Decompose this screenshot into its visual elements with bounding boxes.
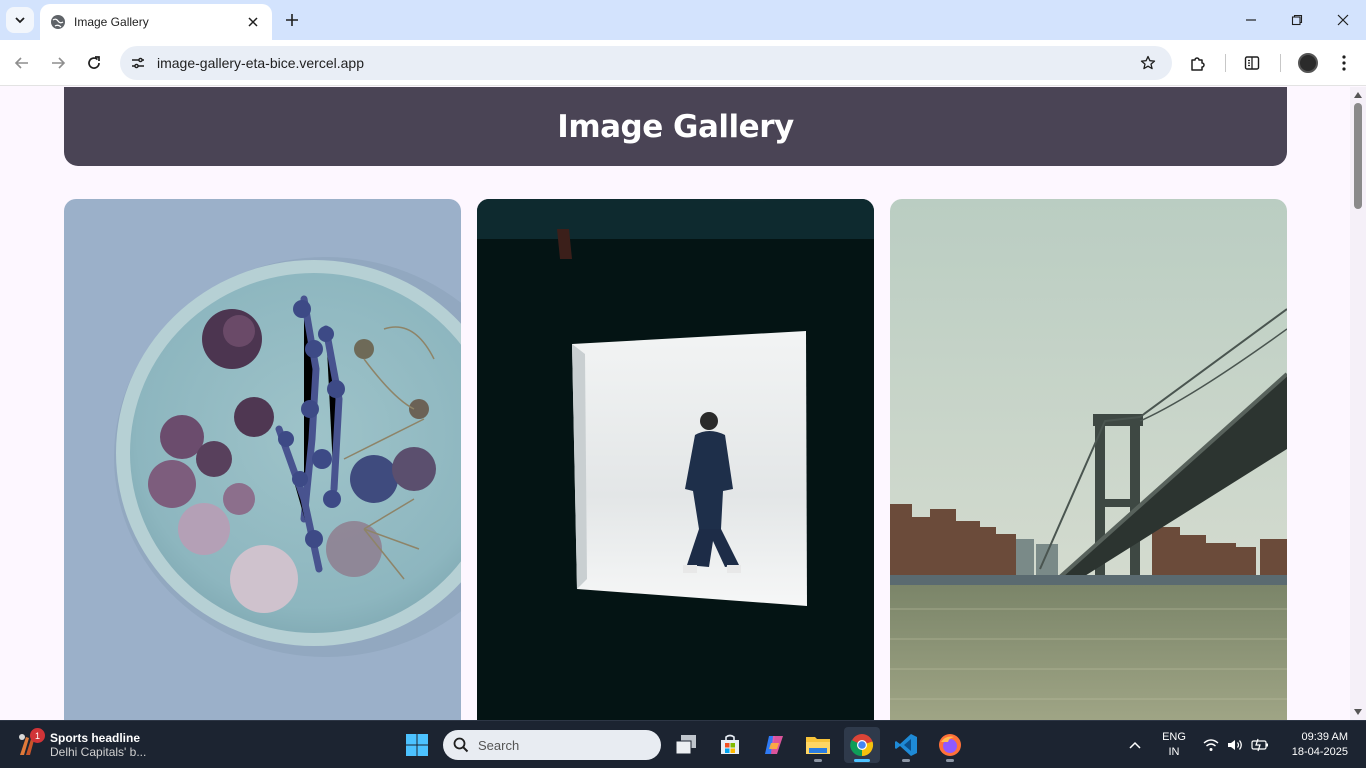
browser-tab-active[interactable]: Image Gallery — [40, 4, 272, 40]
copilot-icon — [765, 736, 783, 754]
back-button[interactable] — [8, 49, 36, 77]
minimize-button[interactable] — [1228, 6, 1274, 34]
app-running-indicator — [814, 759, 822, 762]
more-vertical-icon — [1342, 55, 1346, 71]
app-running-indicator — [902, 759, 910, 762]
file-explorer-button[interactable] — [800, 727, 836, 763]
vs-code-button[interactable] — [888, 727, 924, 763]
url-text[interactable]: image-gallery-eta-bice.vercel.app — [157, 55, 1134, 71]
tab-close-button[interactable] — [244, 13, 262, 31]
news-subtitle: Delhi Capitals' b... — [50, 745, 147, 759]
app-running-indicator — [946, 759, 954, 762]
browser-toolbar: image-gallery-eta-bice.vercel.app — [0, 40, 1366, 86]
firefox-button[interactable] — [932, 727, 968, 763]
chevron-down-icon — [15, 17, 25, 24]
store-icon — [721, 734, 739, 754]
news-title: Sports headline — [50, 731, 141, 745]
cricket-icon: 1 — [14, 728, 45, 759]
new-tab-button[interactable] — [280, 8, 304, 32]
triangle-down-icon — [1354, 709, 1362, 715]
avatar — [1298, 53, 1318, 73]
arrow-left-icon — [14, 57, 28, 69]
toolbar-divider — [1280, 54, 1281, 72]
bookmark-star-icon[interactable] — [1134, 49, 1162, 77]
scroll-thumb[interactable] — [1354, 103, 1362, 209]
page-scrollbar[interactable] — [1350, 87, 1366, 720]
wifi-icon — [1203, 739, 1219, 751]
scroll-up-arrow[interactable] — [1353, 90, 1363, 100]
clock-date: 18-04-2025 — [1291, 746, 1348, 758]
folder-icon — [806, 737, 830, 754]
gallery-image-lightbox[interactable] — [477, 199, 874, 720]
language-code: ENG — [1162, 731, 1186, 743]
windows-logo-icon — [406, 734, 428, 756]
chevron-up-icon — [1129, 741, 1141, 749]
search-icon — [453, 737, 469, 753]
windows-taskbar: 1 Sports headline Delhi Capitals' b... S… — [0, 720, 1366, 768]
restore-button[interactable] — [1274, 6, 1320, 34]
reload-button[interactable] — [80, 49, 108, 77]
page-title: Image Gallery — [557, 108, 794, 145]
close-icon — [248, 17, 258, 27]
windows-start-button[interactable] — [399, 727, 435, 763]
reading-list-button[interactable] — [1238, 49, 1266, 77]
arrow-right-icon — [52, 57, 66, 69]
close-window-button[interactable] — [1320, 6, 1366, 34]
chrome-icon — [850, 734, 874, 757]
reload-icon — [88, 56, 100, 69]
app-active-indicator — [854, 759, 870, 762]
microsoft-store-button[interactable] — [712, 727, 748, 763]
firefox-icon — [939, 734, 961, 756]
site-info-icon[interactable] — [124, 49, 152, 77]
page-viewport: Image Gallery — [0, 87, 1350, 720]
notification-badge: 1 — [30, 728, 45, 743]
address-bar[interactable]: image-gallery-eta-bice.vercel.app — [120, 46, 1172, 80]
page-header: Image Gallery — [64, 87, 1287, 166]
volume-icon — [1228, 740, 1242, 750]
toolbar-divider — [1225, 54, 1226, 72]
minimize-icon — [1246, 19, 1256, 21]
battery-icon — [1251, 738, 1268, 752]
tab-search-button[interactable] — [6, 7, 34, 33]
scroll-down-arrow[interactable] — [1353, 707, 1363, 717]
language-region: IN — [1168, 746, 1180, 758]
extensions-button[interactable] — [1184, 49, 1212, 77]
taskbar-search-box[interactable]: Search — [443, 730, 661, 760]
gallery-image-flowers[interactable] — [64, 199, 461, 720]
copilot-button[interactable] — [756, 727, 792, 763]
vs-code-icon — [895, 734, 917, 756]
forward-button[interactable] — [44, 49, 72, 77]
clock-time: 09:39 AM — [1301, 731, 1348, 743]
search-placeholder: Search — [478, 737, 520, 753]
profile-button[interactable] — [1294, 49, 1322, 77]
browser-menu-button[interactable] — [1330, 49, 1358, 77]
globe-icon — [50, 14, 66, 30]
show-hidden-icons-button[interactable] — [1124, 721, 1146, 768]
google-chrome-button[interactable] — [844, 727, 880, 763]
quick-settings-button[interactable] — [1200, 721, 1272, 768]
tab-title: Image Gallery — [74, 15, 149, 29]
task-view-icon — [675, 735, 696, 755]
task-view-button[interactable] — [668, 727, 704, 763]
news-widget[interactable]: 1 Sports headline Delhi Capitals' b... — [14, 727, 174, 763]
side-panel-icon — [1244, 56, 1260, 70]
triangle-up-icon — [1354, 92, 1362, 98]
gallery-image-bridge[interactable] — [890, 199, 1287, 720]
clock-button[interactable]: 09:39 AM 18-04-2025 — [1280, 721, 1348, 768]
close-icon — [1337, 14, 1349, 26]
browser-tab-strip: Image Gallery — [0, 0, 1366, 40]
plus-icon — [286, 14, 298, 26]
restore-icon — [1291, 14, 1303, 26]
input-language-indicator[interactable]: ENG IN — [1156, 721, 1192, 768]
puzzle-icon — [1191, 57, 1205, 71]
